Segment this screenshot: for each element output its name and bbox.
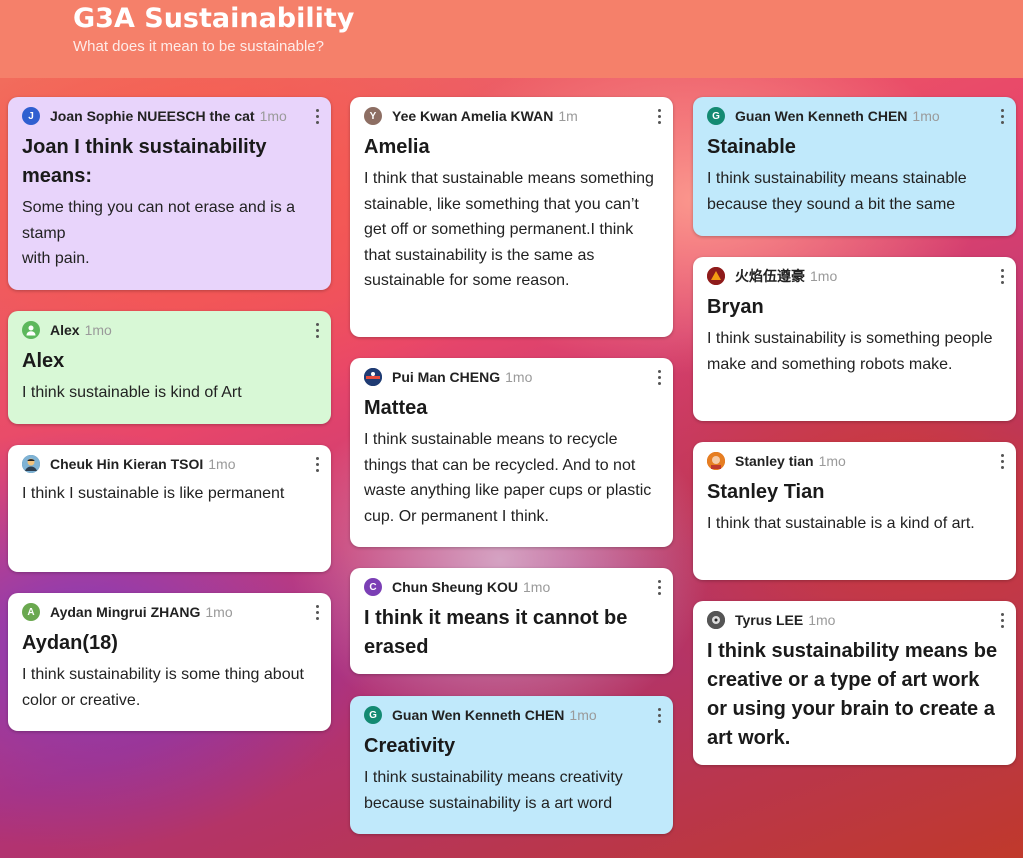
more-options-icon[interactable] — [311, 321, 323, 339]
post-time: 1mo — [808, 612, 836, 628]
more-options-icon[interactable] — [311, 455, 323, 473]
more-options-icon[interactable] — [311, 107, 323, 125]
post-time: 1mo — [259, 108, 287, 124]
more-options-icon[interactable] — [311, 603, 323, 621]
post-card[interactable]: G Guan Wen Kenneth CHEN 1mo Stainable I … — [693, 97, 1016, 236]
avatar — [707, 611, 725, 629]
post-time: 1mo — [810, 268, 838, 284]
post-card[interactable]: Alex 1mo Alex I think sustainable is kin… — [8, 311, 331, 424]
header-bar: G3A Sustainability What does it mean to … — [0, 0, 1023, 78]
post-author: Yee Kwan Amelia KWAN — [392, 108, 554, 124]
post-body: I think sustainability means creativity … — [364, 769, 623, 812]
post-card[interactable]: Y Yee Kwan Amelia KWAN 1m Amelia I think… — [350, 97, 673, 337]
more-options-icon[interactable] — [653, 368, 665, 386]
more-options-icon[interactable] — [996, 611, 1008, 629]
post-body: Some thing you can not erase and is a st… — [22, 199, 296, 267]
avatar — [707, 452, 725, 470]
post-title: Mattea — [364, 397, 428, 419]
post-body: I think sustainability is something peop… — [707, 330, 993, 373]
avatar: Y — [364, 107, 382, 125]
avatar: J — [22, 107, 40, 125]
post-card[interactable]: J Joan Sophie NUEESCH the cat 1mo Joan I… — [8, 97, 331, 290]
avatar — [22, 321, 40, 339]
more-options-icon[interactable] — [653, 706, 665, 724]
post-card[interactable]: Stanley tian 1mo Stanley Tian I think th… — [693, 442, 1016, 580]
page-title: G3A Sustainability — [73, 3, 355, 34]
post-body: I think sustainability is some thing abo… — [22, 666, 304, 709]
post-time: 1mo — [505, 369, 533, 385]
post-time: 1m — [558, 108, 578, 124]
post-time: 1mo — [205, 604, 233, 620]
post-card[interactable]: Tyrus LEE 1mo I think sustainability mea… — [693, 601, 1016, 765]
post-time: 1mo — [208, 456, 236, 472]
post-author: Joan Sophie NUEESCH the cat — [50, 108, 255, 124]
avatar: G — [707, 107, 725, 125]
avatar: G — [364, 706, 382, 724]
post-card[interactable]: Pui Man CHENG 1mo Mattea I think sustain… — [350, 358, 673, 547]
post-title: Creativity — [364, 735, 456, 757]
post-card[interactable]: Cheuk Hin Kieran TSOI 1mo I think I sust… — [8, 445, 331, 572]
post-author: Pui Man CHENG — [392, 369, 501, 385]
post-body: I think that sustainable is a kind of ar… — [707, 515, 975, 532]
post-author: Guan Wen Kenneth CHEN — [392, 707, 565, 723]
more-options-icon[interactable] — [996, 452, 1008, 470]
post-author: 火焰伍遵豪 — [735, 268, 805, 284]
post-author: Aydan Mingrui ZHANG — [50, 604, 201, 620]
post-time: 1mo — [569, 707, 597, 723]
post-body: I think sustainability means stainable b… — [707, 170, 967, 213]
post-author: Stanley tian — [735, 453, 814, 469]
post-author: Chun Sheung KOU — [392, 579, 518, 595]
post-author: Alex — [50, 322, 80, 338]
post-title: I think sustainability means be creative… — [707, 640, 998, 749]
post-title: Stanley Tian — [707, 481, 825, 503]
post-title: Stainable — [707, 136, 796, 158]
post-card[interactable]: 火焰伍遵豪 1mo Bryan I think sustainability i… — [693, 257, 1016, 421]
more-options-icon[interactable] — [996, 107, 1008, 125]
more-options-icon[interactable] — [653, 107, 665, 125]
post-card[interactable]: A Aydan Mingrui ZHANG 1mo Aydan(18) I th… — [8, 593, 331, 731]
post-author: Cheuk Hin Kieran TSOI — [50, 456, 204, 472]
avatar: A — [22, 603, 40, 621]
avatar — [364, 368, 382, 386]
post-author: Tyrus LEE — [735, 612, 804, 628]
more-options-icon[interactable] — [653, 578, 665, 596]
post-card[interactable]: G Guan Wen Kenneth CHEN 1mo Creativity I… — [350, 696, 673, 834]
post-title: I think it means it cannot be erased — [364, 607, 628, 658]
post-author: Guan Wen Kenneth CHEN — [735, 108, 908, 124]
post-body: I think sustainable means to recycle thi… — [364, 431, 652, 525]
post-time: 1mo — [523, 579, 551, 595]
post-title: Joan I think sustainability means: — [22, 136, 267, 187]
post-time: 1mo — [84, 322, 112, 338]
post-time: 1mo — [912, 108, 940, 124]
post-title: Bryan — [707, 296, 764, 318]
avatar — [707, 267, 725, 285]
post-title: Aydan(18) — [22, 632, 118, 654]
post-body: I think I sustainable is like permanent — [22, 485, 285, 502]
more-options-icon[interactable] — [996, 267, 1008, 285]
post-title: Alex — [22, 350, 65, 372]
post-time: 1mo — [818, 453, 846, 469]
avatar: C — [364, 578, 382, 596]
post-body: I think that sustainable means something… — [364, 170, 654, 289]
page-subtitle: What does it mean to be sustainable? — [73, 38, 324, 55]
post-card[interactable]: C Chun Sheung KOU 1mo I think it means i… — [350, 568, 673, 674]
post-body: I think sustainable is kind of Art — [22, 384, 242, 401]
avatar — [22, 455, 40, 473]
post-title: Amelia — [364, 136, 430, 158]
